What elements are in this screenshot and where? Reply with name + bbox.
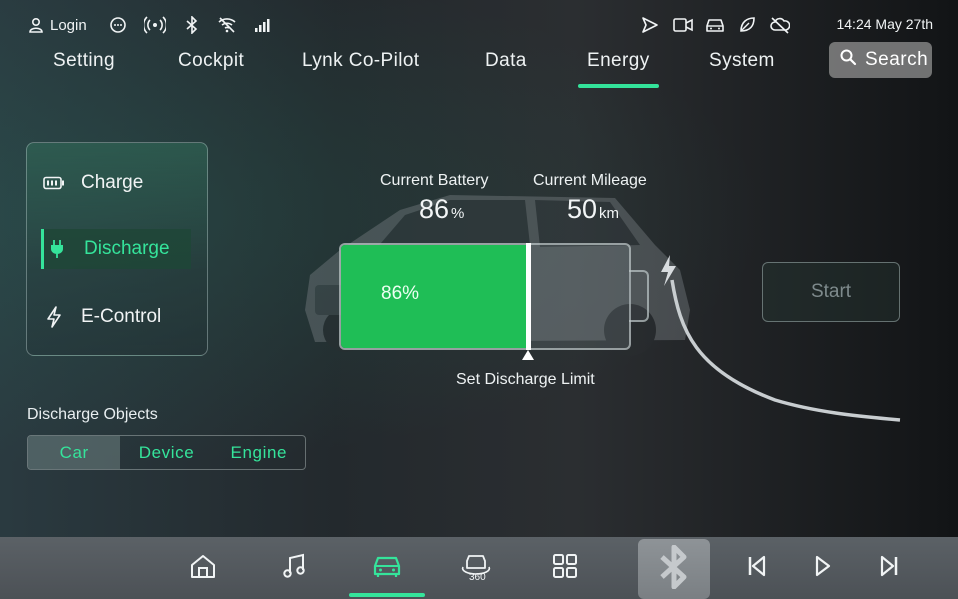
discharge-objects-label: Discharge Objects bbox=[27, 406, 158, 423]
discharge-objects-selector: Car Device Engine bbox=[27, 435, 306, 470]
tab-data[interactable]: Data bbox=[485, 50, 527, 72]
energy-side-menu: Charge Discharge E-Control bbox=[26, 142, 208, 356]
login-label: Login bbox=[50, 16, 87, 34]
previous-track-icon bbox=[747, 555, 767, 582]
top-navigation: Setting Cockpit Lynk Co-Pilot Data Energ… bbox=[0, 44, 958, 90]
tab-cockpit[interactable]: Cockpit bbox=[178, 50, 244, 72]
battery-terminal bbox=[629, 270, 649, 322]
current-battery-label: Current Battery bbox=[380, 172, 489, 189]
signal-icon bbox=[254, 14, 270, 36]
wifi-off-icon bbox=[217, 14, 237, 36]
cloud-off-icon bbox=[770, 14, 790, 36]
status-bar: Login 14:24 May 27th bbox=[0, 0, 958, 48]
eco-leaf-icon bbox=[738, 14, 756, 36]
search-icon bbox=[839, 48, 865, 72]
navigation-icon bbox=[641, 14, 659, 36]
menu-item-discharge[interactable]: Discharge bbox=[41, 229, 191, 269]
dock-home-button[interactable] bbox=[182, 537, 224, 599]
play-icon bbox=[814, 555, 832, 582]
mileage-value: 50 bbox=[567, 194, 598, 224]
search-button[interactable]: Search bbox=[829, 42, 932, 78]
battery-unit: % bbox=[451, 205, 465, 222]
bluetooth-icon bbox=[654, 544, 694, 594]
tab-setting[interactable]: Setting bbox=[53, 50, 115, 72]
battery-gauge: 86% bbox=[339, 243, 631, 350]
dock-360-camera-button[interactable]: 360 bbox=[458, 537, 494, 599]
car-icon bbox=[372, 553, 402, 584]
battery-fill-label: 86% bbox=[381, 283, 420, 304]
login-button[interactable]: Login bbox=[28, 14, 87, 36]
next-track-button[interactable] bbox=[872, 537, 906, 599]
plug-icon bbox=[44, 239, 70, 259]
menu-item-charge[interactable]: Charge bbox=[41, 163, 191, 203]
tab-lynk-co-pilot[interactable]: Lynk Co-Pilot bbox=[302, 50, 419, 72]
start-button[interactable]: Start bbox=[762, 262, 900, 322]
discharge-limit-handle[interactable] bbox=[526, 243, 531, 350]
tab-energy[interactable]: Energy bbox=[578, 50, 659, 88]
dock-car-button[interactable] bbox=[349, 537, 425, 599]
music-icon bbox=[282, 553, 306, 584]
current-battery-value: 86% bbox=[419, 194, 464, 225]
search-label: Search bbox=[865, 49, 929, 70]
mileage-unit: km bbox=[599, 205, 620, 222]
next-track-icon bbox=[879, 555, 899, 582]
camera-360-label: 360 bbox=[469, 572, 486, 583]
menu-item-e-control[interactable]: E-Control bbox=[41, 297, 191, 337]
option-device[interactable]: Device bbox=[120, 436, 212, 469]
current-mileage-value: 50 km bbox=[567, 194, 619, 225]
option-engine[interactable]: Engine bbox=[213, 436, 305, 469]
camera-icon bbox=[673, 14, 693, 36]
battery-icon bbox=[41, 176, 67, 190]
car-status-icon bbox=[705, 14, 725, 36]
dock-apps-button[interactable] bbox=[546, 537, 584, 599]
set-discharge-limit-label: Set Discharge Limit bbox=[456, 371, 595, 388]
message-icon bbox=[109, 14, 127, 36]
menu-label-e-control: E-Control bbox=[81, 306, 162, 327]
clock: 14:24 May 27th bbox=[836, 16, 933, 32]
dock-music-button[interactable] bbox=[273, 537, 315, 599]
apps-grid-icon bbox=[552, 553, 578, 584]
menu-label-charge: Charge bbox=[81, 172, 144, 193]
lightning-icon bbox=[41, 306, 67, 328]
battery-value: 86 bbox=[419, 194, 450, 224]
previous-track-button[interactable] bbox=[740, 537, 774, 599]
current-mileage-label: Current Mileage bbox=[533, 172, 647, 189]
hotspot-icon bbox=[144, 14, 166, 36]
home-icon bbox=[190, 553, 216, 584]
menu-label-discharge: Discharge bbox=[84, 238, 170, 259]
bluetooth-icon bbox=[185, 14, 199, 36]
play-button[interactable] bbox=[806, 537, 840, 599]
option-car[interactable]: Car bbox=[28, 436, 121, 469]
camera-360-icon: 360 bbox=[460, 553, 492, 583]
tab-system[interactable]: System bbox=[709, 50, 775, 72]
bluetooth-media-tile[interactable] bbox=[638, 539, 710, 599]
user-icon bbox=[28, 17, 44, 33]
battery-fill: 86% bbox=[341, 245, 528, 348]
limit-marker-icon[interactable] bbox=[521, 348, 535, 366]
